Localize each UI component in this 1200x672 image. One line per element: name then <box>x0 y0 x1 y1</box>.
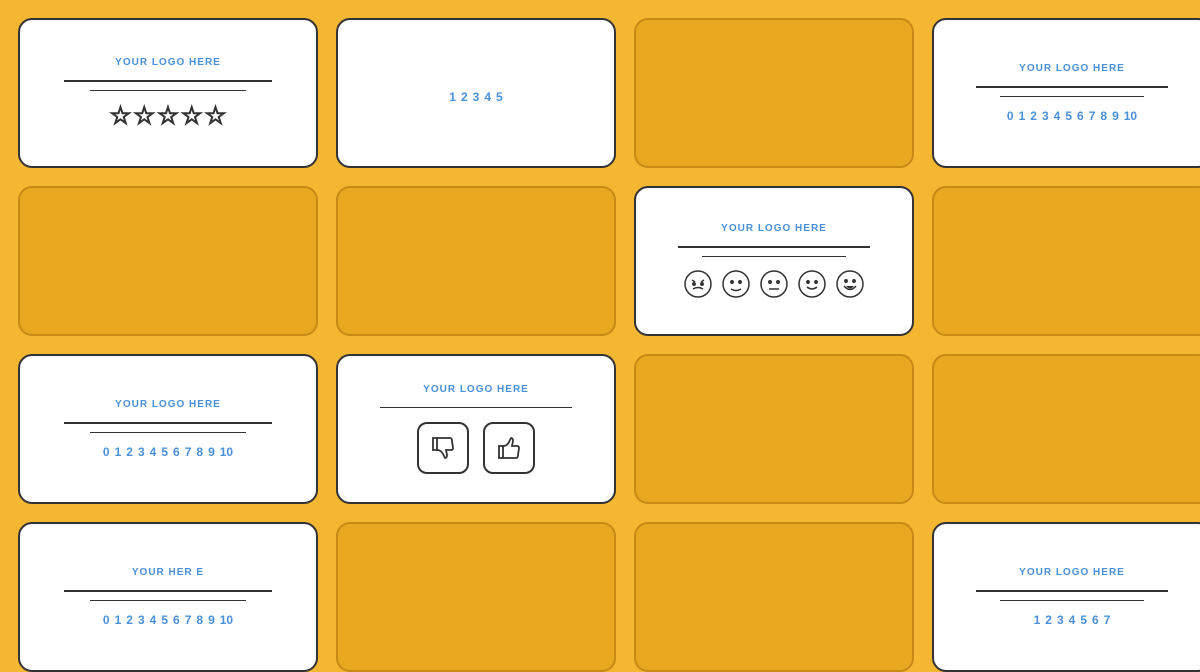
bn1: 1 <box>115 445 122 459</box>
card-logo-scale-bottom: YOUR LOGO HERE 0 1 2 3 4 5 6 7 8 9 10 <box>18 354 318 504</box>
face-sad <box>721 269 751 299</box>
card-gold-7 <box>336 522 616 672</box>
thumbs-down-icon <box>429 434 457 462</box>
line-4b <box>1000 96 1144 98</box>
emoji-faces-row <box>683 269 865 299</box>
logo-text-1: YOUR LOGO HERE <box>115 57 221 68</box>
star-1: ★ <box>111 103 131 129</box>
n10: 10 <box>1124 109 1137 123</box>
bn6: 6 <box>173 445 180 459</box>
main-grid: YOUR LOGO HERE ★ ★ ★ ★ ★ 1 2 3 4 5 YOUR … <box>0 0 1200 630</box>
numbers-partial-right: 1 2 3 4 5 6 7 <box>1034 613 1111 627</box>
line-rb-b <box>1000 600 1144 602</box>
star-3: ★ <box>158 103 178 129</box>
n9: 9 <box>1112 109 1119 123</box>
numbers-0-10-top: 0 1 2 3 4 5 6 7 8 9 10 <box>1007 109 1137 123</box>
line-4a <box>976 86 1168 88</box>
n1: 1 <box>1019 109 1026 123</box>
card-gold-6 <box>932 354 1200 504</box>
line-emoji-a <box>678 246 870 248</box>
card-gold-3 <box>336 186 616 336</box>
stars-row: ★ ★ ★ ★ ★ <box>111 103 226 129</box>
logo-text-4: YOUR LOGO HERE <box>1019 63 1125 74</box>
n8: 8 <box>1100 109 1107 123</box>
bn10: 10 <box>220 445 233 459</box>
logo-text-rb: YOUR LOGO HERE <box>1019 567 1125 578</box>
card-gold-2 <box>18 186 318 336</box>
n5: 5 <box>1065 109 1072 123</box>
thumb-down-box <box>417 422 469 474</box>
thumbs-up-icon <box>495 434 523 462</box>
star-4: ★ <box>182 103 202 129</box>
face-very-happy <box>835 269 865 299</box>
thumbs-row <box>417 422 535 474</box>
card-logo-partial: YouR HeR E 0 1 2 3 4 5 6 7 8 9 10 <box>18 522 318 672</box>
logo-text-partial: YouR HeR E <box>132 567 204 578</box>
n4: 4 <box>1054 109 1061 123</box>
line-thumbs-a <box>380 407 572 409</box>
logo-text-emoji: YOUR LOGO HERE <box>721 223 827 234</box>
numbers-partial: 0 1 2 3 4 5 6 7 8 9 10 <box>103 613 233 627</box>
card-gold-5 <box>634 354 914 504</box>
line-emoji-b <box>702 256 846 258</box>
face-neutral <box>759 269 789 299</box>
num-5: 5 <box>496 90 503 104</box>
logo-text-thumbs: YOUR LOGO HERE <box>423 384 529 395</box>
line-2 <box>90 90 246 92</box>
num-2: 2 <box>461 90 468 104</box>
card-gold-4 <box>932 186 1200 336</box>
bn9: 9 <box>208 445 215 459</box>
line-partial-b <box>90 600 246 602</box>
bn0: 0 <box>103 445 110 459</box>
face-angry <box>683 269 713 299</box>
card-gold-8 <box>634 522 914 672</box>
card-number-scale-5: 1 2 3 4 5 <box>336 18 616 168</box>
star-5: ★ <box>206 103 226 129</box>
numbers-0-10-bottom: 0 1 2 3 4 5 6 7 8 9 10 <box>103 445 233 459</box>
bn4: 4 <box>150 445 157 459</box>
n3: 3 <box>1042 109 1049 123</box>
card-gold-1 <box>634 18 914 168</box>
card-thumbs: YOUR LOGO HERE <box>336 354 616 504</box>
bn2: 2 <box>126 445 133 459</box>
n2: 2 <box>1030 109 1037 123</box>
thumb-up-box <box>483 422 535 474</box>
star-2: ★ <box>134 103 154 129</box>
bn3: 3 <box>138 445 145 459</box>
bn5: 5 <box>161 445 168 459</box>
n0: 0 <box>1007 109 1014 123</box>
line-rb-a <box>976 590 1168 592</box>
bn8: 8 <box>196 445 203 459</box>
num-1: 1 <box>449 90 456 104</box>
line-1 <box>64 80 272 82</box>
logo-text-bottom: YOUR LOGO HERE <box>115 399 221 410</box>
n7: 7 <box>1089 109 1096 123</box>
numbers-1-5: 1 2 3 4 5 <box>449 90 502 104</box>
line-bottom-a <box>64 422 272 424</box>
line-partial-a <box>64 590 272 592</box>
card-logo-scale-11-top: YOUR LOGO HERE 0 1 2 3 4 5 6 7 8 9 10 <box>932 18 1200 168</box>
num-3: 3 <box>473 90 480 104</box>
bn7: 7 <box>185 445 192 459</box>
line-bottom-b <box>90 432 246 434</box>
card-logo-scale-right-bottom: YOUR LOGO HERE 1 2 3 4 5 6 7 <box>932 522 1200 672</box>
card-star-rating: YOUR LOGO HERE ★ ★ ★ ★ ★ <box>18 18 318 168</box>
n6: 6 <box>1077 109 1084 123</box>
num-4: 4 <box>484 90 491 104</box>
face-happy <box>797 269 827 299</box>
card-emoji: YOUR LOGO HERE <box>634 186 914 336</box>
